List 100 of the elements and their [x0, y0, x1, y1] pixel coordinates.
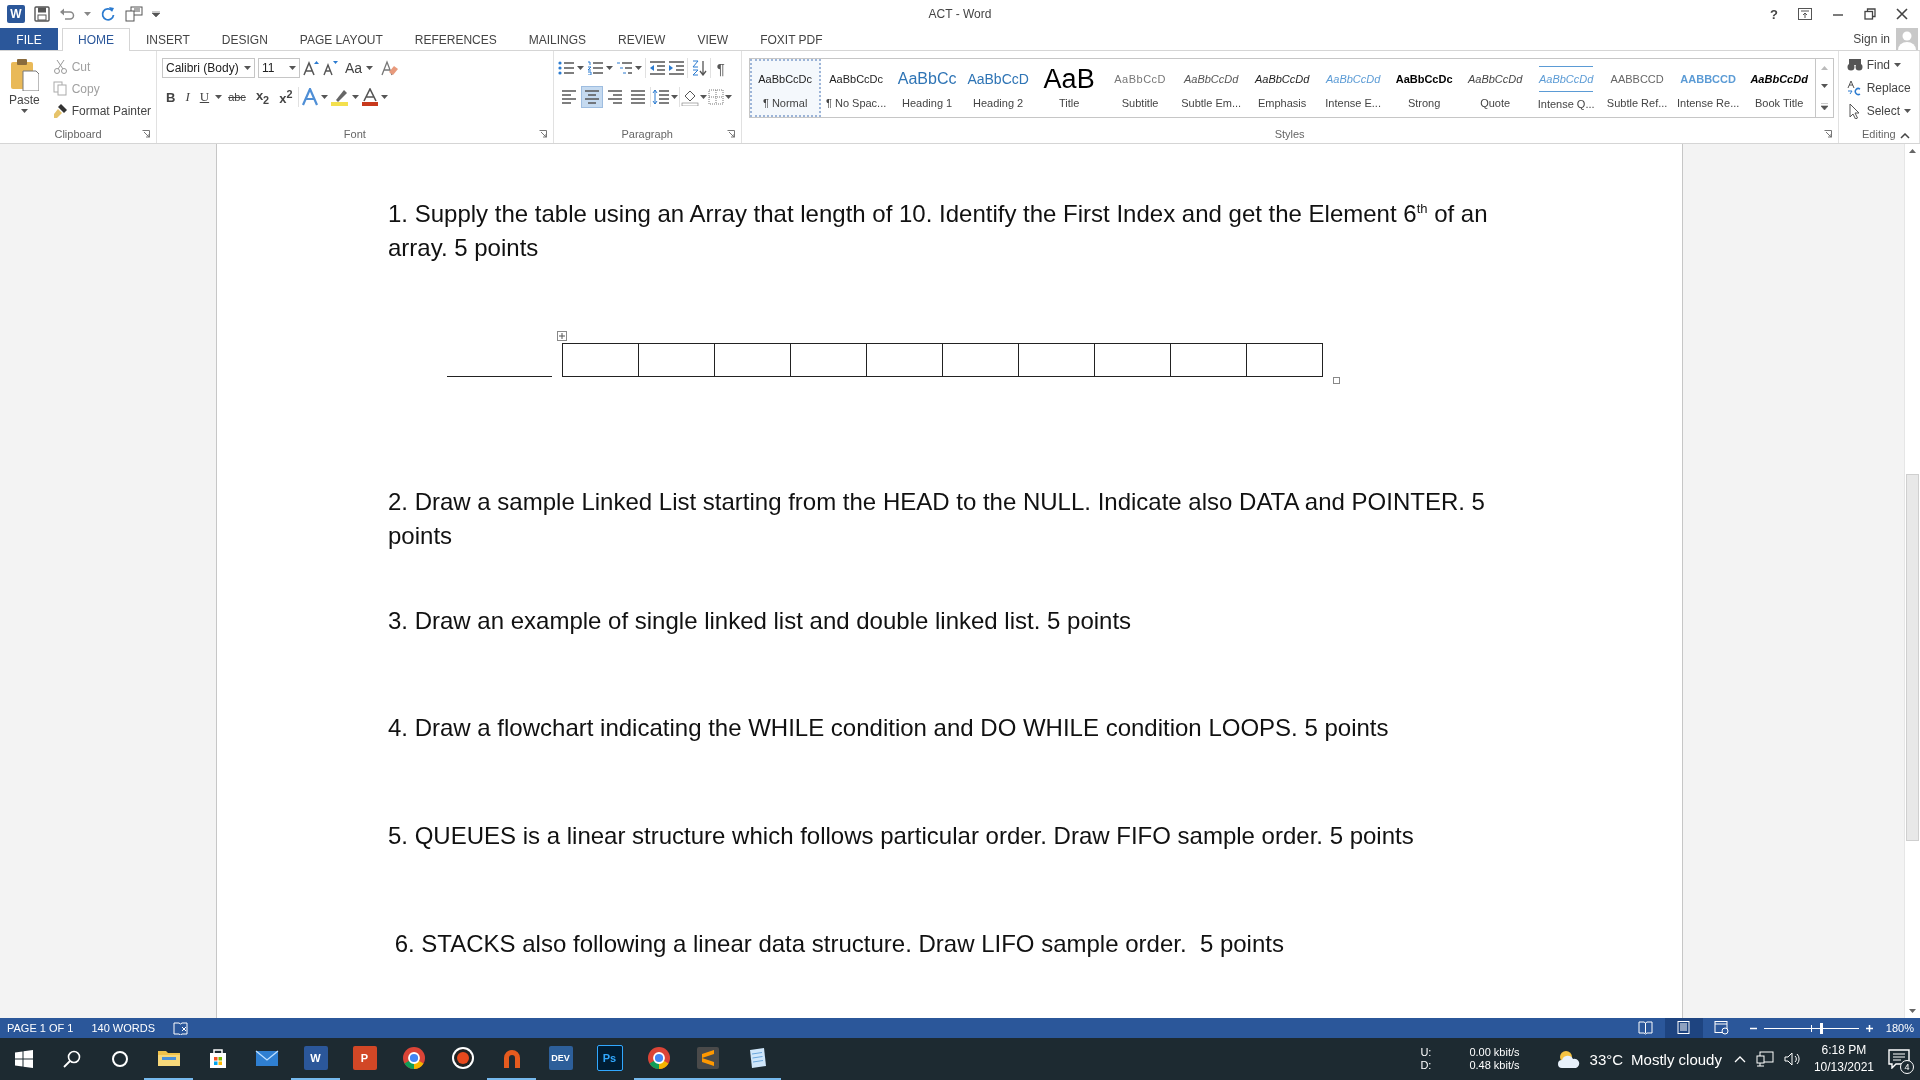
scroll-up-icon[interactable]	[1909, 149, 1916, 153]
ribbon-tab[interactable]: INSERT	[130, 28, 206, 50]
dropdown-caret-icon[interactable]	[84, 12, 91, 16]
dropdown-caret-icon[interactable]	[670, 95, 678, 99]
font-size-field[interactable]: 11	[258, 58, 300, 78]
file-tab[interactable]: FILE	[0, 28, 58, 50]
table-cell[interactable]	[790, 343, 867, 377]
style-item[interactable]: AaBbCcDd Emphasis	[1246, 59, 1318, 117]
decrease-indent-icon[interactable]	[648, 61, 665, 75]
zoom-slider-thumb[interactable]	[1819, 1022, 1823, 1034]
table-cell[interactable]	[1094, 343, 1171, 377]
ribbon-tab[interactable]: DESIGN	[205, 28, 284, 50]
search-icon[interactable]	[63, 1050, 81, 1068]
gallery-more-icon[interactable]	[1820, 102, 1828, 110]
sort-icon[interactable]	[690, 60, 707, 76]
style-item[interactable]: AaBbCcDd Book Title	[1743, 59, 1815, 117]
save-icon[interactable]	[34, 6, 50, 22]
taskbar-app-button[interactable]: Ps	[585, 1038, 634, 1080]
ribbon-tab[interactable]: FOXIT PDF	[744, 28, 839, 50]
dropdown-caret-icon[interactable]	[576, 66, 584, 70]
dropdown-caret-icon[interactable]	[215, 95, 223, 99]
align-right-icon[interactable]	[606, 89, 623, 105]
table-resize-handle-icon[interactable]	[1333, 377, 1340, 384]
dialog-launcher-icon[interactable]	[142, 130, 150, 138]
ribbon-display-icon[interactable]	[1798, 8, 1812, 20]
read-layout-icon[interactable]	[1638, 1021, 1654, 1035]
zoom-in-icon[interactable]	[1864, 1023, 1874, 1033]
dropdown-caret-icon[interactable]	[289, 66, 296, 70]
zoom-level[interactable]: 180%	[1885, 1022, 1914, 1034]
close-icon[interactable]	[1896, 8, 1908, 20]
show-marks-button[interactable]: ¶	[713, 59, 728, 77]
style-item[interactable]: AaBbCcD Subtitle	[1104, 59, 1176, 117]
font-name-field[interactable]: Calibri (Body)	[162, 58, 255, 78]
ribbon-tab[interactable]: REVIEW	[602, 28, 682, 50]
bullets-icon[interactable]	[557, 61, 574, 75]
strike-button[interactable]: abc	[224, 86, 250, 108]
ribbon-tab[interactable]: REFERENCES	[398, 28, 513, 50]
select-button[interactable]: Select	[1842, 100, 1915, 122]
volume-icon[interactable]	[1783, 1051, 1802, 1067]
find-button[interactable]: Find	[1842, 54, 1915, 76]
replace-button[interactable]: Replace	[1842, 77, 1915, 99]
align-left-icon[interactable]	[560, 89, 577, 105]
numbering-icon[interactable]	[586, 61, 603, 75]
dropdown-caret-icon[interactable]	[699, 95, 707, 99]
dialog-launcher-icon[interactable]	[538, 130, 547, 138]
scroll-down-icon[interactable]	[1909, 1009, 1916, 1013]
table-cell[interactable]	[1170, 343, 1247, 377]
dialog-launcher-icon[interactable]	[1823, 130, 1832, 138]
style-item[interactable]: AaB Title	[1033, 59, 1105, 117]
table-cell[interactable]	[866, 343, 943, 377]
collapse-ribbon-icon[interactable]	[1900, 133, 1910, 139]
font-color-icon[interactable]	[361, 88, 380, 106]
bold-button[interactable]: B	[162, 86, 180, 108]
restore-icon[interactable]	[1864, 8, 1876, 20]
undo-icon[interactable]	[59, 6, 75, 22]
format-painter-button[interactable]: Format Painter	[48, 100, 156, 121]
gallery-down-icon[interactable]	[1820, 84, 1828, 89]
increase-indent-icon[interactable]	[667, 61, 684, 75]
clock-date[interactable]: 10/13/2021	[1813, 1059, 1874, 1076]
sub-button[interactable]: x$_{2}$	[251, 86, 274, 108]
style-item[interactable]: AaBbCcDd Intense E...	[1317, 59, 1389, 117]
italic-button[interactable]: I	[181, 86, 194, 108]
style-item[interactable]: AaBbCcDc ¶ Normal	[749, 59, 821, 117]
weather-cloud-icon[interactable]	[1555, 1049, 1582, 1069]
style-item[interactable]: AaBbCc Heading 1	[891, 59, 963, 117]
style-item[interactable]: AaBbCcD Heading 2	[962, 59, 1034, 117]
dropdown-caret-icon[interactable]	[366, 66, 374, 70]
grow-font-icon[interactable]	[303, 60, 319, 76]
dropdown-caret-icon[interactable]	[724, 95, 732, 99]
ribbon-tab[interactable]: VIEW	[681, 28, 745, 50]
taskbar-app-button[interactable]: P	[340, 1038, 389, 1080]
align-justify-icon[interactable]	[629, 89, 646, 105]
table-cell[interactable]	[942, 343, 1019, 377]
style-item[interactable]: AaBbCcDc ¶ No Spac...	[820, 59, 892, 117]
taskbar-app-button[interactable]: W	[291, 1038, 340, 1080]
sup-button[interactable]: x$^{2}$	[275, 86, 297, 108]
table-cell[interactable]	[638, 343, 715, 377]
dropdown-caret-icon[interactable]	[20, 109, 28, 113]
notification-count-badge[interactable]: 4	[1900, 1060, 1914, 1074]
table-cell[interactable]	[714, 343, 791, 377]
shrink-font-icon[interactable]	[322, 60, 338, 76]
underline-button[interactable]: U	[195, 86, 214, 108]
style-item[interactable]: AaBbCcDd Intense Q...	[1530, 59, 1602, 117]
start-icon[interactable]	[15, 1050, 33, 1068]
clear-formatting-icon[interactable]	[380, 59, 399, 77]
multilevel-list-icon[interactable]	[615, 61, 632, 75]
highlight-icon[interactable]	[330, 88, 351, 106]
sign-in-link[interactable]: Sign in	[1853, 32, 1890, 46]
web-layout-icon[interactable]	[1714, 1021, 1730, 1035]
text-effects-icon[interactable]	[301, 88, 320, 106]
help-button[interactable]: ?	[1770, 6, 1778, 22]
ribbon-tab[interactable]: MAILINGS	[512, 28, 603, 50]
style-item[interactable]: AaBbCcDd Quote	[1459, 59, 1531, 117]
table-cell[interactable]	[1018, 343, 1095, 377]
show-hidden-icons-icon[interactable]	[1733, 1055, 1746, 1063]
notifications-icon[interactable]	[1888, 1049, 1910, 1069]
dropdown-caret-icon[interactable]	[1894, 63, 1901, 67]
shading-icon[interactable]	[680, 88, 699, 106]
style-item[interactable]: AaBbCcDd Subtle Em...	[1175, 59, 1247, 117]
dropdown-caret-icon[interactable]	[244, 66, 251, 70]
